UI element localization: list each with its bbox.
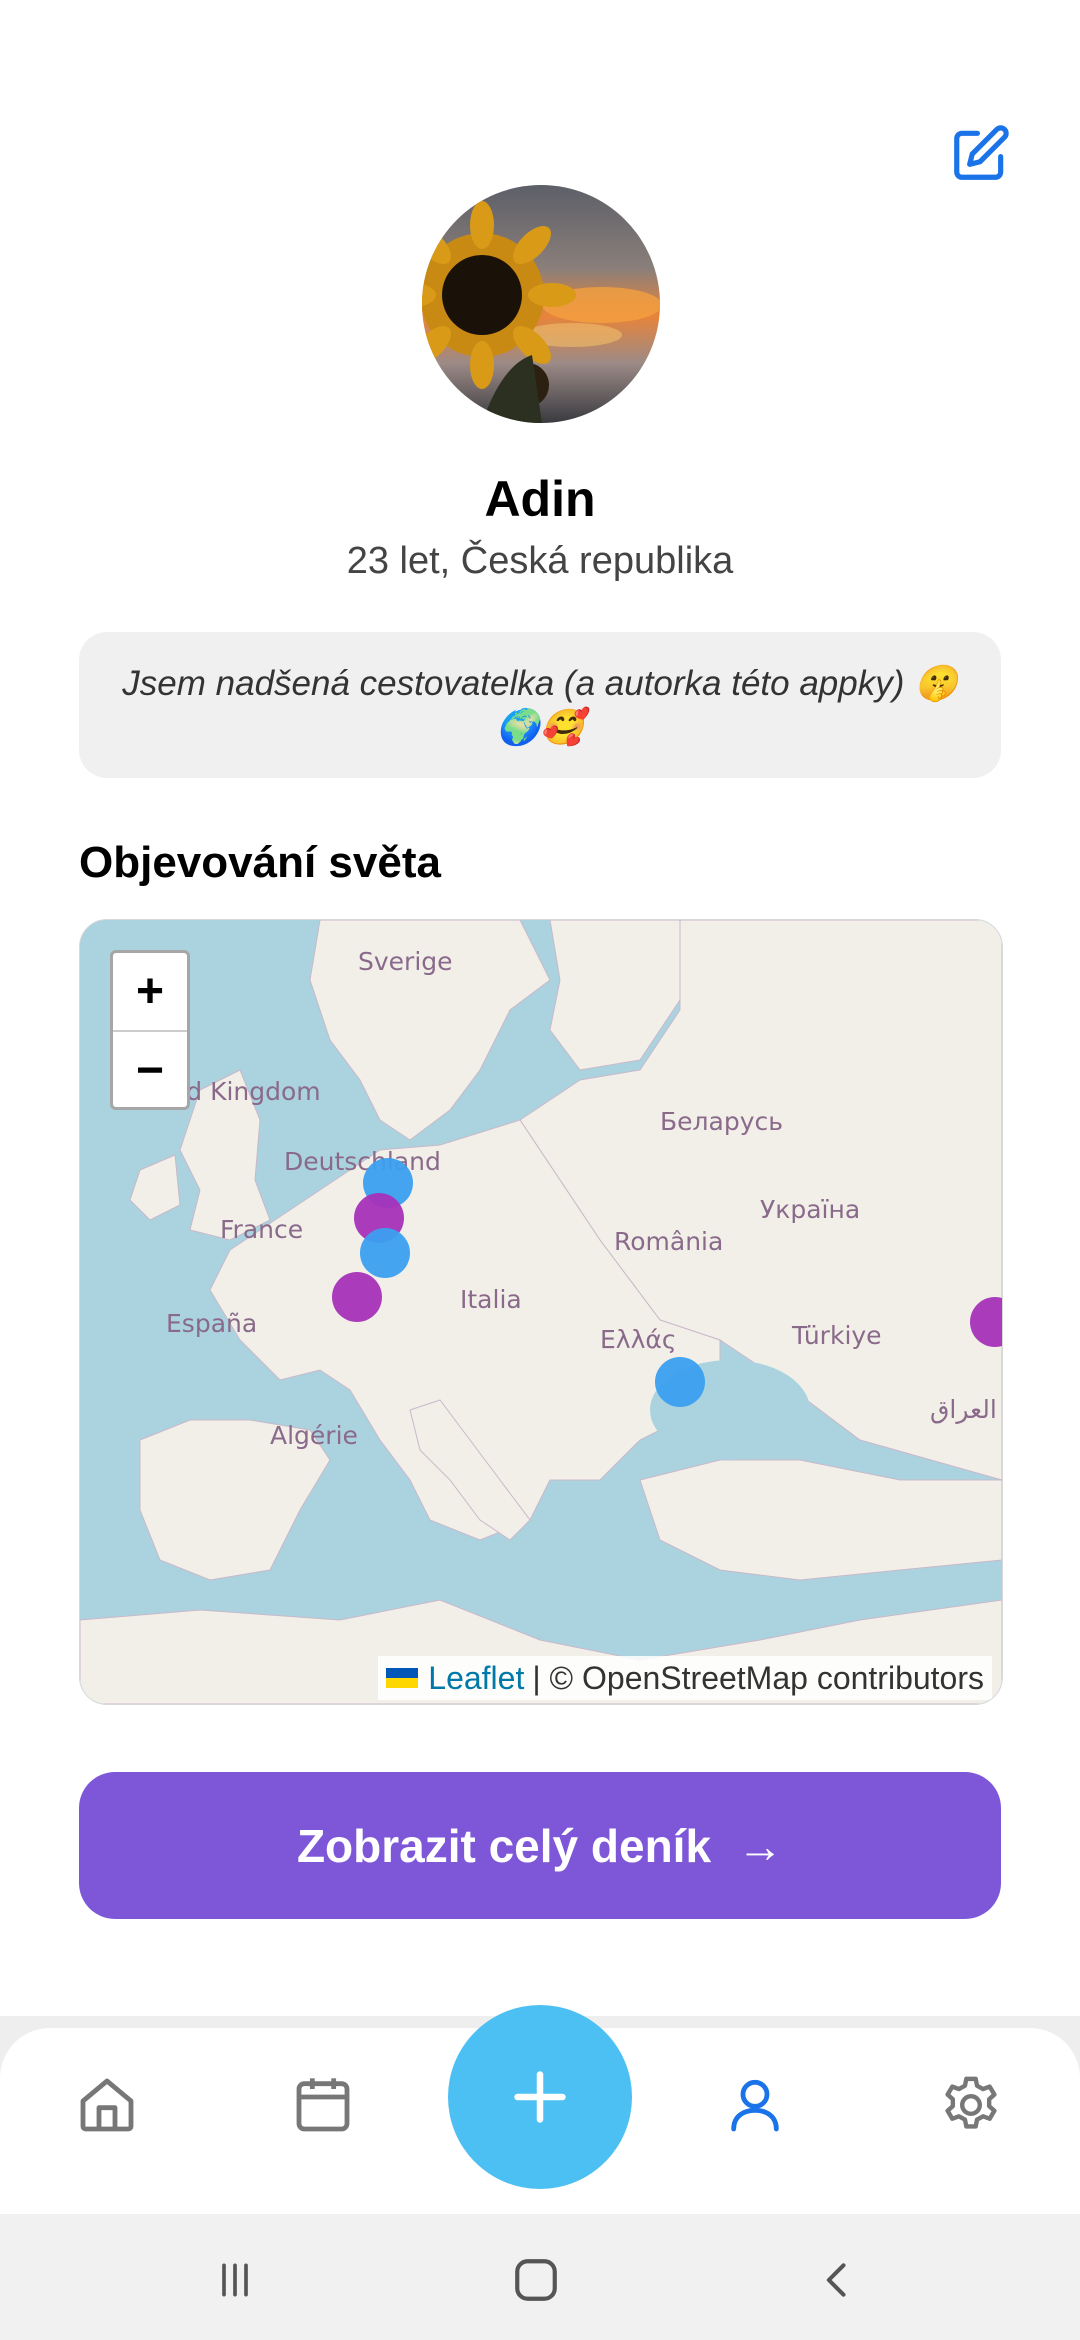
calendar-icon bbox=[296, 2078, 350, 2132]
map-zoom-control: + − bbox=[110, 950, 190, 1110]
settings-icon bbox=[945, 2076, 997, 2129]
map-label-italia: Italia bbox=[460, 1285, 522, 1314]
map-label-ukraine: Україна bbox=[760, 1195, 860, 1224]
profile-bio: Jsem nadšená cestovatelka (a autorka tét… bbox=[79, 632, 1001, 778]
map-label-deutschland: Deutschland bbox=[284, 1147, 441, 1176]
recent-apps-icon bbox=[222, 2263, 248, 2297]
map-label-sverige: Sverige bbox=[358, 947, 453, 976]
map-label-belarus: Беларусь bbox=[660, 1107, 783, 1136]
map-label-algeria: Algérie bbox=[270, 1421, 358, 1450]
home-square-icon bbox=[515, 2259, 557, 2301]
profile-meta: 23 let, Česká republika bbox=[346, 540, 734, 582]
avatar bbox=[422, 185, 660, 423]
ukraine-flag-icon bbox=[386, 1668, 419, 1688]
profile-icon bbox=[731, 2079, 779, 2132]
add-entry-button[interactable] bbox=[448, 2005, 632, 2189]
section-title: Objevování světa bbox=[79, 838, 441, 887]
home-system-button[interactable] bbox=[506, 2250, 566, 2310]
cta-label: Zobrazit celý deník bbox=[296, 1819, 712, 1872]
travel-map[interactable]: Sverige United Kingdom Беларусь Deutschl… bbox=[79, 919, 1003, 1705]
zoom-out-button[interactable]: − bbox=[113, 1032, 187, 1109]
map-label-turkey: Türkiye bbox=[791, 1321, 882, 1350]
back-chevron-icon bbox=[826, 2263, 846, 2297]
back-system-button[interactable] bbox=[808, 2250, 868, 2310]
osm-attribution: | © OpenStreetMap contributors bbox=[532, 1659, 984, 1696]
home-icon bbox=[80, 2078, 134, 2132]
map-marker[interactable] bbox=[655, 1357, 705, 1407]
nav-calendar[interactable] bbox=[288, 2070, 358, 2140]
recent-apps-button[interactable] bbox=[205, 2250, 265, 2310]
map-label-iraq: العراق bbox=[930, 1395, 997, 1424]
add-icon bbox=[514, 2071, 566, 2123]
edit-icon bbox=[954, 125, 1009, 180]
nav-home[interactable] bbox=[72, 2070, 142, 2140]
map-marker[interactable] bbox=[332, 1272, 382, 1322]
nav-settings[interactable] bbox=[936, 2070, 1006, 2140]
leaflet-link[interactable]: Leaflet bbox=[428, 1660, 524, 1697]
profile-name: Adin bbox=[484, 471, 596, 527]
map-marker[interactable] bbox=[360, 1228, 410, 1278]
zoom-in-button[interactable]: + bbox=[113, 953, 187, 1032]
arrow-right-icon: → bbox=[737, 1819, 784, 1872]
map-label-romania: România bbox=[614, 1227, 723, 1256]
edit-profile-button[interactable] bbox=[946, 120, 1014, 188]
map-label-france: France bbox=[220, 1215, 303, 1244]
map-label-espana: España bbox=[166, 1309, 257, 1338]
nav-profile[interactable] bbox=[720, 2070, 790, 2140]
map-attribution: Leaflet | © OpenStreetMap contributors bbox=[378, 1656, 992, 1700]
view-full-diary-button[interactable]: Zobrazit celý deník → bbox=[79, 1772, 1001, 1919]
map-label-greece: Ελλάς bbox=[600, 1325, 677, 1354]
